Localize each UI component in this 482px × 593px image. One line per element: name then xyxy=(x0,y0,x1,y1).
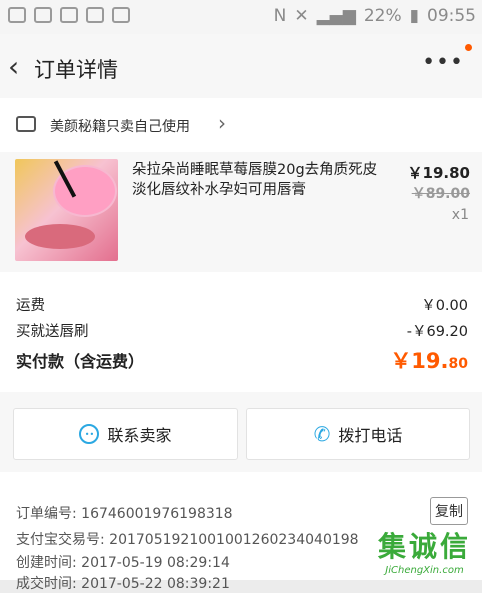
notification-dot xyxy=(465,44,472,51)
more-dots-icon[interactable]: ••• xyxy=(422,50,464,75)
order-item[interactable]: 朵拉朵尚睡眠草莓唇膜20g去角质死皮淡化唇纹补水孕妇可用唇膏 ￥19.80 ￥8… xyxy=(0,152,482,272)
clock: 09:55 xyxy=(427,6,476,26)
action-bar: •• 联系卖家 ✆ 拨打电话 xyxy=(0,392,482,472)
contact-seller-label: 联系卖家 xyxy=(107,426,172,445)
call-button[interactable]: ✆ 拨打电话 xyxy=(246,408,470,460)
watermark-domain: JiChengXin.com xyxy=(385,565,464,576)
battery-level: 22% xyxy=(363,6,402,26)
product-image xyxy=(15,159,118,261)
deal-time: 成交时间: 2017-05-22 08:39:21 xyxy=(16,576,230,592)
shipping-label: 运费 xyxy=(16,298,45,314)
store-icon xyxy=(16,116,36,132)
total-label: 实付款（含运费） xyxy=(16,352,145,371)
qq-icon xyxy=(112,7,130,23)
shop-name: 美颜秘籍只卖自己使用 xyxy=(50,119,190,135)
product-quantity: x1 xyxy=(451,207,469,223)
chevron-right-icon: › xyxy=(218,111,226,135)
total-row: 实付款（含运费） ￥19.80 xyxy=(16,345,468,375)
battery-icon: ▮ xyxy=(409,6,419,26)
phone-icon: ✆ xyxy=(313,422,331,446)
total-value-main: ￥19. xyxy=(390,349,449,373)
notification-icons xyxy=(8,7,130,23)
page-title: 订单详情 xyxy=(34,58,118,82)
mute-icon: ✕ xyxy=(294,6,309,26)
shipping-value: ￥0.00 xyxy=(421,298,468,314)
shipping-row: 运费 ￥0.00 xyxy=(16,294,468,315)
product-price: ￥19.80 xyxy=(407,164,470,182)
total-value: ￥19.80 xyxy=(390,345,468,375)
gift-row: 买就送唇刷 -￥69.20 xyxy=(16,320,468,341)
watermark-logo: 集诚信 JiChengXin.com xyxy=(367,525,482,580)
nfc-icon: N xyxy=(273,6,287,26)
fee-summary: 运费 ￥0.00 买就送唇刷 -￥69.20 实付款（含运费） ￥19.80 xyxy=(0,272,482,392)
call-label: 拨打电话 xyxy=(338,426,403,445)
watermark-text: 集诚信 xyxy=(377,530,471,563)
mail-icon xyxy=(86,7,104,23)
created-time: 创建时间: 2017-05-19 08:29:14 xyxy=(16,555,230,571)
signal-icon: ▂▄▆ xyxy=(316,6,356,26)
copy-button[interactable]: 复制 xyxy=(430,497,468,525)
product-original-price: ￥89.00 xyxy=(411,186,470,202)
total-value-cents: 80 xyxy=(448,356,468,372)
gift-label: 买就送唇刷 xyxy=(16,324,89,340)
app-icon xyxy=(8,7,26,23)
status-bar: N ✕ ▂▄▆ 22% ▮ 09:55 xyxy=(0,0,482,34)
order-number: 订单编号: 16746001976198318 xyxy=(16,506,233,522)
product-lips-image xyxy=(25,224,95,249)
product-title: 朵拉朵尚睡眠草莓唇膜20g去角质死皮淡化唇纹补水孕妇可用唇膏 xyxy=(132,162,378,198)
contact-seller-button[interactable]: •• 联系卖家 xyxy=(13,408,238,460)
chat-icon: •• xyxy=(79,424,100,444)
image-icon xyxy=(60,7,78,23)
shop-row[interactable]: 美颜秘籍只卖自己使用 › xyxy=(0,98,482,153)
navigation-bar: ‹ 订单详情 ••• xyxy=(0,34,482,99)
gift-value: -￥69.20 xyxy=(406,324,468,340)
back-chevron-icon[interactable]: ‹ xyxy=(8,50,19,83)
alipay-number: 支付宝交易号: 2017051921001001260234040198 xyxy=(16,532,359,548)
system-status: N ✕ ▂▄▆ 22% ▮ 09:55 xyxy=(274,6,476,26)
flower-icon xyxy=(34,7,52,23)
